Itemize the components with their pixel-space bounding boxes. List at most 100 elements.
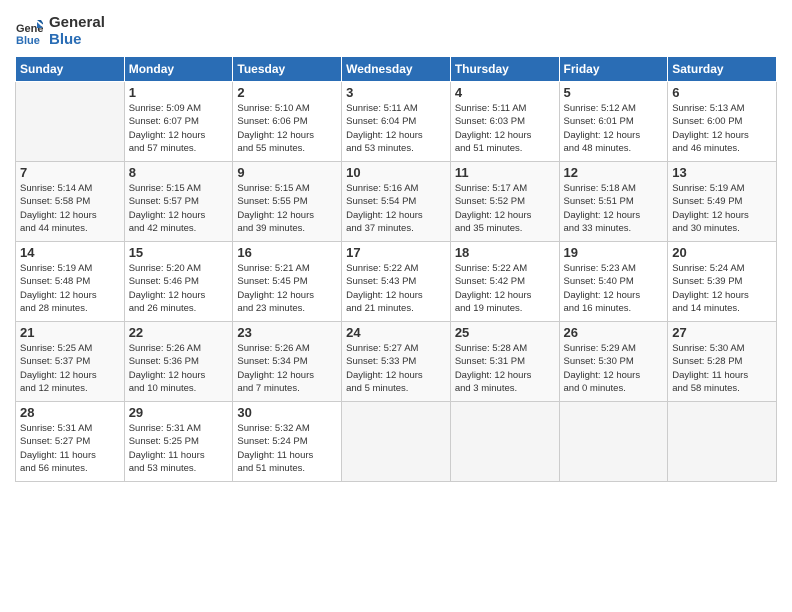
- week-row-5: 28 Sunrise: 5:31 AM Sunset: 5:27 PM Dayli…: [16, 402, 777, 482]
- day-info: Sunrise: 5:11 AM Sunset: 6:04 PM Dayligh…: [346, 102, 446, 155]
- day-cell: 11 Sunrise: 5:17 AM Sunset: 5:52 PM Dayli…: [450, 162, 559, 242]
- week-row-3: 14 Sunrise: 5:19 AM Sunset: 5:48 PM Dayli…: [16, 242, 777, 322]
- day-info: Sunrise: 5:27 AM Sunset: 5:33 PM Dayligh…: [346, 342, 446, 395]
- day-cell: 22 Sunrise: 5:26 AM Sunset: 5:36 PM Dayli…: [124, 322, 233, 402]
- day-number: 27: [672, 325, 772, 340]
- day-cell: [668, 402, 777, 482]
- calendar-table: SundayMondayTuesdayWednesdayThursdayFrid…: [15, 56, 777, 482]
- day-number: 22: [129, 325, 229, 340]
- day-info: Sunrise: 5:19 AM Sunset: 5:48 PM Dayligh…: [20, 262, 120, 315]
- day-number: 19: [564, 245, 664, 260]
- day-info: Sunrise: 5:19 AM Sunset: 5:49 PM Dayligh…: [672, 182, 772, 235]
- day-cell: 16Sunrise: 5:21 AM Sunset: 5:45 PM Dayli…: [233, 242, 342, 322]
- header: General Blue General Blue: [15, 10, 777, 48]
- day-number: 25: [455, 325, 555, 340]
- day-number: 2: [237, 85, 337, 100]
- day-info: Sunrise: 5:31 AM Sunset: 5:25 PM Dayligh…: [129, 422, 229, 475]
- day-number: 26: [564, 325, 664, 340]
- day-info: Sunrise: 5:15 AM Sunset: 5:55 PM Dayligh…: [237, 182, 337, 235]
- week-row-2: 7 Sunrise: 5:14 AM Sunset: 5:58 PM Daylig…: [16, 162, 777, 242]
- day-number: 29: [129, 405, 229, 420]
- day-cell: [16, 82, 125, 162]
- logo-line1: General: [49, 15, 105, 32]
- day-info: Sunrise: 5:23 AM Sunset: 5:40 PM Dayligh…: [564, 262, 664, 315]
- day-number: 28: [20, 405, 120, 420]
- day-info: Sunrise: 5:14 AM Sunset: 5:58 PM Dayligh…: [20, 182, 120, 235]
- day-cell: 3 Sunrise: 5:11 AM Sunset: 6:04 PM Daylig…: [342, 82, 451, 162]
- day-info: Sunrise: 5:30 AM Sunset: 5:28 PM Dayligh…: [672, 342, 772, 395]
- logo-line2: Blue: [49, 32, 105, 49]
- day-info: Sunrise: 5:11 AM Sunset: 6:03 PM Dayligh…: [455, 102, 555, 155]
- header-cell-thursday: Thursday: [450, 57, 559, 82]
- day-cell: 13Sunrise: 5:19 AM Sunset: 5:49 PM Dayli…: [668, 162, 777, 242]
- day-info: Sunrise: 5:10 AM Sunset: 6:06 PM Dayligh…: [237, 102, 337, 155]
- header-cell-monday: Monday: [124, 57, 233, 82]
- week-row-1: 1 Sunrise: 5:09 AM Sunset: 6:07 PM Daylig…: [16, 82, 777, 162]
- day-cell: [342, 402, 451, 482]
- day-cell: 6Sunrise: 5:13 AM Sunset: 6:00 PM Daylig…: [668, 82, 777, 162]
- day-number: 12: [564, 165, 664, 180]
- day-info: Sunrise: 5:24 AM Sunset: 5:39 PM Dayligh…: [672, 262, 772, 315]
- header-cell-sunday: Sunday: [16, 57, 125, 82]
- header-row: SundayMondayTuesdayWednesdayThursdayFrid…: [16, 57, 777, 82]
- week-row-4: 21Sunrise: 5:25 AM Sunset: 5:37 PM Dayli…: [16, 322, 777, 402]
- day-number: 9: [237, 165, 337, 180]
- day-info: Sunrise: 5:09 AM Sunset: 6:07 PM Dayligh…: [129, 102, 229, 155]
- day-cell: 14 Sunrise: 5:19 AM Sunset: 5:48 PM Dayli…: [16, 242, 125, 322]
- day-number: 8: [129, 165, 229, 180]
- day-number: 20: [672, 245, 772, 260]
- day-info: Sunrise: 5:28 AM Sunset: 5:31 PM Dayligh…: [455, 342, 555, 395]
- day-cell: 9 Sunrise: 5:15 AM Sunset: 5:55 PM Daylig…: [233, 162, 342, 242]
- day-info: Sunrise: 5:22 AM Sunset: 5:43 PM Dayligh…: [346, 262, 446, 315]
- header-cell-wednesday: Wednesday: [342, 57, 451, 82]
- logo: General Blue General Blue: [15, 15, 105, 48]
- day-cell: 15 Sunrise: 5:20 AM Sunset: 5:46 PM Dayli…: [124, 242, 233, 322]
- day-cell: 30 Sunrise: 5:32 AM Sunset: 5:24 PM Dayli…: [233, 402, 342, 482]
- day-number: 3: [346, 85, 446, 100]
- day-number: 15: [129, 245, 229, 260]
- header-cell-saturday: Saturday: [668, 57, 777, 82]
- day-info: Sunrise: 5:13 AM Sunset: 6:00 PM Dayligh…: [672, 102, 772, 155]
- day-cell: 19 Sunrise: 5:23 AM Sunset: 5:40 PM Dayli…: [559, 242, 668, 322]
- logo-icon: General Blue: [15, 18, 43, 46]
- header-cell-friday: Friday: [559, 57, 668, 82]
- day-number: 30: [237, 405, 337, 420]
- day-cell: 28 Sunrise: 5:31 AM Sunset: 5:27 PM Dayli…: [16, 402, 125, 482]
- day-cell: 26Sunrise: 5:29 AM Sunset: 5:30 PM Dayli…: [559, 322, 668, 402]
- day-number: 5: [564, 85, 664, 100]
- day-number: 1: [129, 85, 229, 100]
- day-info: Sunrise: 5:20 AM Sunset: 5:46 PM Dayligh…: [129, 262, 229, 315]
- day-cell: 2 Sunrise: 5:10 AM Sunset: 6:06 PM Daylig…: [233, 82, 342, 162]
- day-cell: 8Sunrise: 5:15 AM Sunset: 5:57 PM Daylig…: [124, 162, 233, 242]
- day-cell: 18 Sunrise: 5:22 AM Sunset: 5:42 PM Dayli…: [450, 242, 559, 322]
- day-info: Sunrise: 5:22 AM Sunset: 5:42 PM Dayligh…: [455, 262, 555, 315]
- day-info: Sunrise: 5:17 AM Sunset: 5:52 PM Dayligh…: [455, 182, 555, 235]
- day-number: 7: [20, 165, 120, 180]
- day-cell: 5 Sunrise: 5:12 AM Sunset: 6:01 PM Daylig…: [559, 82, 668, 162]
- day-cell: [450, 402, 559, 482]
- day-cell: [559, 402, 668, 482]
- calendar-container: General Blue General Blue SundayMondayTu…: [0, 0, 792, 492]
- day-info: Sunrise: 5:12 AM Sunset: 6:01 PM Dayligh…: [564, 102, 664, 155]
- day-cell: 20 Sunrise: 5:24 AM Sunset: 5:39 PM Dayli…: [668, 242, 777, 322]
- day-number: 18: [455, 245, 555, 260]
- day-cell: 24 Sunrise: 5:27 AM Sunset: 5:33 PM Dayli…: [342, 322, 451, 402]
- day-info: Sunrise: 5:26 AM Sunset: 5:36 PM Dayligh…: [129, 342, 229, 395]
- day-cell: 1 Sunrise: 5:09 AM Sunset: 6:07 PM Daylig…: [124, 82, 233, 162]
- day-number: 14: [20, 245, 120, 260]
- day-cell: 17Sunrise: 5:22 AM Sunset: 5:43 PM Dayli…: [342, 242, 451, 322]
- day-info: Sunrise: 5:31 AM Sunset: 5:27 PM Dayligh…: [20, 422, 120, 475]
- day-cell: 23Sunrise: 5:26 AM Sunset: 5:34 PM Dayli…: [233, 322, 342, 402]
- day-cell: 12Sunrise: 5:18 AM Sunset: 5:51 PM Dayli…: [559, 162, 668, 242]
- day-number: 23: [237, 325, 337, 340]
- day-cell: 25 Sunrise: 5:28 AM Sunset: 5:31 PM Dayli…: [450, 322, 559, 402]
- day-cell: 10Sunrise: 5:16 AM Sunset: 5:54 PM Dayli…: [342, 162, 451, 242]
- day-number: 4: [455, 85, 555, 100]
- day-cell: 21Sunrise: 5:25 AM Sunset: 5:37 PM Dayli…: [16, 322, 125, 402]
- day-info: Sunrise: 5:21 AM Sunset: 5:45 PM Dayligh…: [237, 262, 337, 315]
- day-number: 11: [455, 165, 555, 180]
- day-info: Sunrise: 5:16 AM Sunset: 5:54 PM Dayligh…: [346, 182, 446, 235]
- day-info: Sunrise: 5:32 AM Sunset: 5:24 PM Dayligh…: [237, 422, 337, 475]
- day-number: 24: [346, 325, 446, 340]
- day-cell: 4 Sunrise: 5:11 AM Sunset: 6:03 PM Daylig…: [450, 82, 559, 162]
